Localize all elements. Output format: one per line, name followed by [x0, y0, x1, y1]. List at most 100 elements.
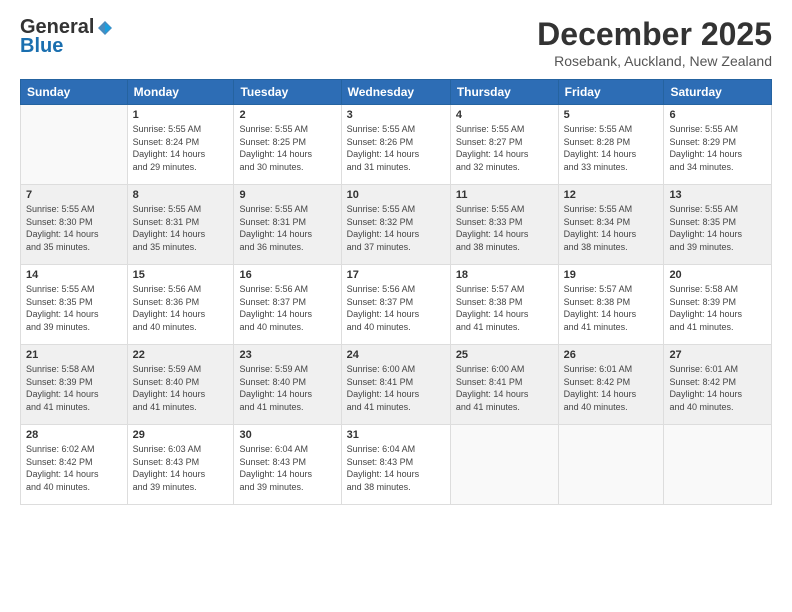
month-title: December 2025: [537, 16, 772, 53]
day-info: Sunrise: 6:01 AM Sunset: 8:42 PM Dayligh…: [564, 363, 659, 413]
day-number: 26: [564, 349, 659, 361]
table-row: 22 Sunrise: 5:59 AM Sunset: 8:40 PM Dayli…: [127, 345, 234, 425]
day-info: Sunrise: 6:01 AM Sunset: 8:42 PM Dayligh…: [669, 363, 766, 413]
day-info: Sunrise: 5:57 AM Sunset: 8:38 PM Dayligh…: [456, 283, 553, 333]
table-row: 13 Sunrise: 5:55 AM Sunset: 8:35 PM Dayli…: [664, 185, 772, 265]
day-number: 12: [564, 189, 659, 201]
table-row: 4 Sunrise: 5:55 AM Sunset: 8:27 PM Daylig…: [450, 105, 558, 185]
day-info: Sunrise: 5:56 AM Sunset: 8:37 PM Dayligh…: [239, 283, 335, 333]
day-info: Sunrise: 6:00 AM Sunset: 8:41 PM Dayligh…: [347, 363, 445, 413]
table-row: 27 Sunrise: 6:01 AM Sunset: 8:42 PM Dayli…: [664, 345, 772, 425]
table-row: 30 Sunrise: 6:04 AM Sunset: 8:43 PM Dayli…: [234, 425, 341, 505]
day-number: 28: [26, 429, 122, 441]
day-info: Sunrise: 5:59 AM Sunset: 8:40 PM Dayligh…: [133, 363, 229, 413]
table-row: 3 Sunrise: 5:55 AM Sunset: 8:26 PM Daylig…: [341, 105, 450, 185]
table-row: 12Sunrise: 5:55 AM Sunset: 8:34 PM Dayli…: [558, 185, 664, 265]
day-number: 16: [239, 269, 335, 281]
day-number: 1: [133, 109, 229, 121]
calendar-week-3: 14 Sunrise: 5:55 AM Sunset: 8:35 PM Dayli…: [21, 265, 772, 345]
day-info: Sunrise: 5:58 AM Sunset: 8:39 PM Dayligh…: [26, 363, 122, 413]
day-info: Sunrise: 5:59 AM Sunset: 8:40 PM Dayligh…: [239, 363, 335, 413]
calendar-week-1: 1 Sunrise: 5:55 AM Sunset: 8:24 PM Daylig…: [21, 105, 772, 185]
location: Rosebank, Auckland, New Zealand: [537, 53, 772, 69]
day-info: Sunrise: 5:55 AM Sunset: 8:29 PM Dayligh…: [669, 123, 766, 173]
calendar-week-2: 7Sunrise: 5:55 AM Sunset: 8:30 PM Daylig…: [21, 185, 772, 265]
day-info: Sunrise: 5:55 AM Sunset: 8:27 PM Dayligh…: [456, 123, 553, 173]
day-info: Sunrise: 5:57 AM Sunset: 8:38 PM Dayligh…: [564, 283, 659, 333]
table-row: 1 Sunrise: 5:55 AM Sunset: 8:24 PM Daylig…: [127, 105, 234, 185]
table-row: 15 Sunrise: 5:56 AM Sunset: 8:36 PM Dayli…: [127, 265, 234, 345]
day-number: 29: [133, 429, 229, 441]
day-info: Sunrise: 5:56 AM Sunset: 8:36 PM Dayligh…: [133, 283, 229, 333]
logo-icon: [96, 19, 114, 37]
day-number: 22: [133, 349, 229, 361]
table-row: 17 Sunrise: 5:56 AM Sunset: 8:37 PM Dayli…: [341, 265, 450, 345]
table-row: [21, 105, 128, 185]
day-number: 4: [456, 109, 553, 121]
table-row: 14 Sunrise: 5:55 AM Sunset: 8:35 PM Dayli…: [21, 265, 128, 345]
col-sunday: Sunday: [21, 80, 128, 105]
day-info: Sunrise: 5:55 AM Sunset: 8:31 PM Dayligh…: [133, 203, 229, 253]
table-row: 7Sunrise: 5:55 AM Sunset: 8:30 PM Daylig…: [21, 185, 128, 265]
day-number: 17: [347, 269, 445, 281]
table-row: 21 Sunrise: 5:58 AM Sunset: 8:39 PM Dayli…: [21, 345, 128, 425]
table-row: 6Sunrise: 5:55 AM Sunset: 8:29 PM Daylig…: [664, 105, 772, 185]
title-section: December 2025 Rosebank, Auckland, New Ze…: [537, 16, 772, 69]
day-number: 30: [239, 429, 335, 441]
table-row: 5 Sunrise: 5:55 AM Sunset: 8:28 PM Daylig…: [558, 105, 664, 185]
table-row: 29 Sunrise: 6:03 AM Sunset: 8:43 PM Dayli…: [127, 425, 234, 505]
day-info: Sunrise: 5:55 AM Sunset: 8:30 PM Dayligh…: [26, 203, 122, 253]
table-row: 8 Sunrise: 5:55 AM Sunset: 8:31 PM Daylig…: [127, 185, 234, 265]
day-number: 21: [26, 349, 122, 361]
day-info: Sunrise: 6:02 AM Sunset: 8:42 PM Dayligh…: [26, 443, 122, 493]
table-row: 9Sunrise: 5:55 AM Sunset: 8:31 PM Daylig…: [234, 185, 341, 265]
table-row: 28 Sunrise: 6:02 AM Sunset: 8:42 PM Dayli…: [21, 425, 128, 505]
day-info: Sunrise: 5:55 AM Sunset: 8:32 PM Dayligh…: [347, 203, 445, 253]
day-info: Sunrise: 5:58 AM Sunset: 8:39 PM Dayligh…: [669, 283, 766, 333]
day-info: Sunrise: 6:04 AM Sunset: 8:43 PM Dayligh…: [347, 443, 445, 493]
table-row: 10Sunrise: 5:55 AM Sunset: 8:32 PM Dayli…: [341, 185, 450, 265]
day-info: Sunrise: 5:55 AM Sunset: 8:24 PM Dayligh…: [133, 123, 229, 173]
col-friday: Friday: [558, 80, 664, 105]
day-number: 3: [347, 109, 445, 121]
day-info: Sunrise: 5:55 AM Sunset: 8:35 PM Dayligh…: [26, 283, 122, 333]
table-row: 11 Sunrise: 5:55 AM Sunset: 8:33 PM Dayli…: [450, 185, 558, 265]
table-row: 19Sunrise: 5:57 AM Sunset: 8:38 PM Dayli…: [558, 265, 664, 345]
table-row: [450, 425, 558, 505]
day-info: Sunrise: 5:55 AM Sunset: 8:28 PM Dayligh…: [564, 123, 659, 173]
day-number: 14: [26, 269, 122, 281]
col-thursday: Thursday: [450, 80, 558, 105]
day-number: 13: [669, 189, 766, 201]
page: General Blue December 2025 Rosebank, Auc…: [0, 0, 792, 612]
day-number: 8: [133, 189, 229, 201]
day-info: Sunrise: 5:55 AM Sunset: 8:33 PM Dayligh…: [456, 203, 553, 253]
table-row: 16 Sunrise: 5:56 AM Sunset: 8:37 PM Dayli…: [234, 265, 341, 345]
table-row: 31Sunrise: 6:04 AM Sunset: 8:43 PM Dayli…: [341, 425, 450, 505]
day-number: 11: [456, 189, 553, 201]
day-number: 27: [669, 349, 766, 361]
day-info: Sunrise: 6:00 AM Sunset: 8:41 PM Dayligh…: [456, 363, 553, 413]
table-row: [558, 425, 664, 505]
table-row: [664, 425, 772, 505]
day-info: Sunrise: 5:56 AM Sunset: 8:37 PM Dayligh…: [347, 283, 445, 333]
day-info: Sunrise: 6:04 AM Sunset: 8:43 PM Dayligh…: [239, 443, 335, 493]
logo: General Blue: [20, 16, 114, 58]
day-number: 23: [239, 349, 335, 361]
calendar-week-4: 21 Sunrise: 5:58 AM Sunset: 8:39 PM Dayli…: [21, 345, 772, 425]
table-row: 26 Sunrise: 6:01 AM Sunset: 8:42 PM Dayli…: [558, 345, 664, 425]
col-monday: Monday: [127, 80, 234, 105]
calendar-table: Sunday Monday Tuesday Wednesday Thursday…: [20, 79, 772, 505]
day-info: Sunrise: 5:55 AM Sunset: 8:35 PM Dayligh…: [669, 203, 766, 253]
table-row: 20 Sunrise: 5:58 AM Sunset: 8:39 PM Dayli…: [664, 265, 772, 345]
day-info: Sunrise: 5:55 AM Sunset: 8:25 PM Dayligh…: [239, 123, 335, 173]
table-row: 2 Sunrise: 5:55 AM Sunset: 8:25 PM Daylig…: [234, 105, 341, 185]
day-info: Sunrise: 5:55 AM Sunset: 8:26 PM Dayligh…: [347, 123, 445, 173]
day-number: 20: [669, 269, 766, 281]
table-row: 24Sunrise: 6:00 AM Sunset: 8:41 PM Dayli…: [341, 345, 450, 425]
day-number: 5: [564, 109, 659, 121]
col-tuesday: Tuesday: [234, 80, 341, 105]
day-number: 25: [456, 349, 553, 361]
day-number: 2: [239, 109, 335, 121]
day-info: Sunrise: 6:03 AM Sunset: 8:43 PM Dayligh…: [133, 443, 229, 493]
day-number: 15: [133, 269, 229, 281]
